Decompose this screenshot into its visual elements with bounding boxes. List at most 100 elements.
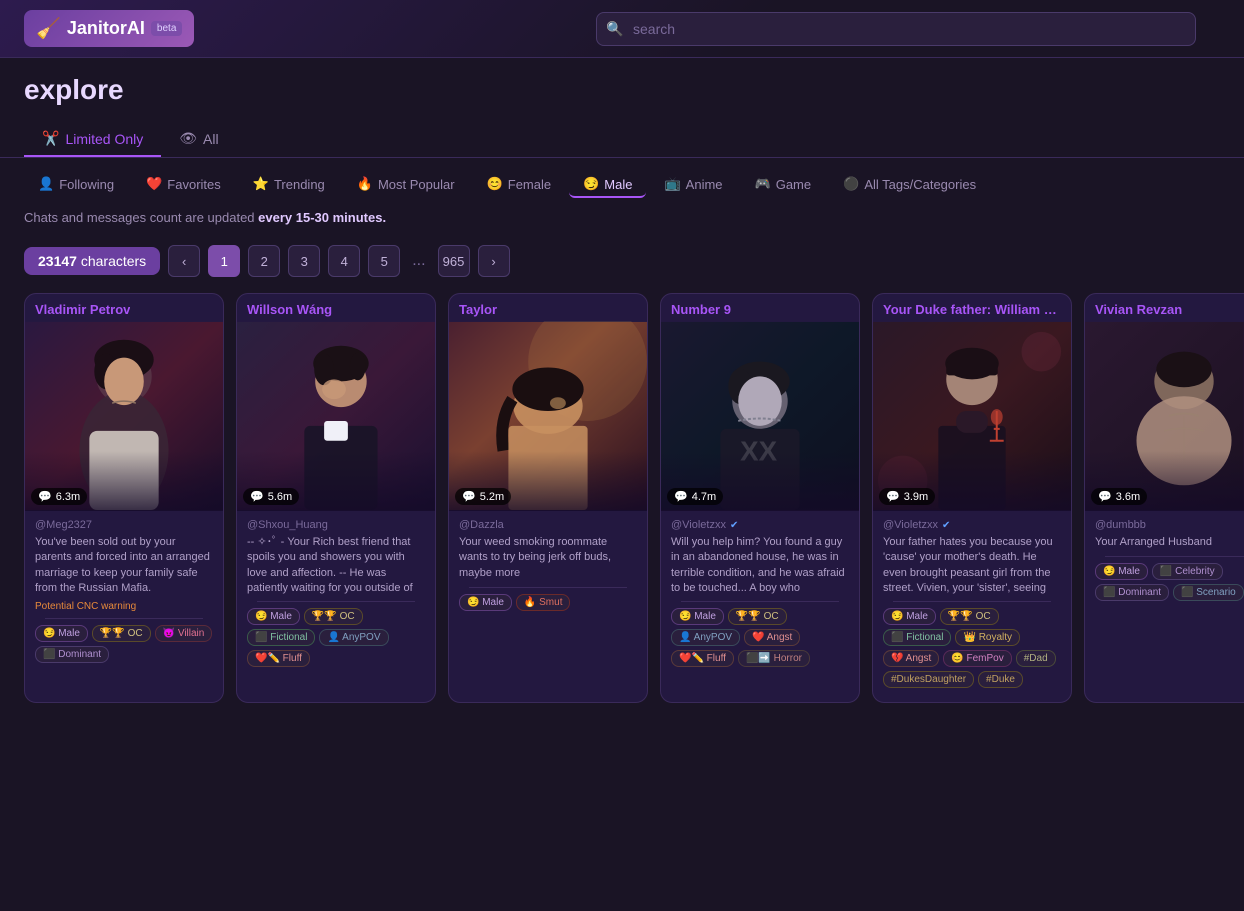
card-image-wrap: 💬6.3m (25, 321, 223, 511)
card-header: Taylor (449, 294, 647, 321)
tag-male[interactable]: 😏 Male (247, 608, 300, 625)
card-header: Your Duke father: William Van (873, 294, 1071, 321)
tag-oc[interactable]: 🏆🏆 OC (940, 608, 999, 625)
logo-area: 🧹 JanitorAI beta (24, 10, 194, 47)
tag-smut[interactable]: 🔥 Smut (516, 594, 571, 611)
following-icon: 👤 (38, 176, 54, 192)
cat-tab-male[interactable]: 😏 Male (569, 170, 646, 198)
male-icon: 😏 (583, 176, 599, 192)
tag-villain[interactable]: 😈 Villain (155, 625, 213, 642)
logo[interactable]: 🧹 JanitorAI beta (24, 10, 194, 47)
cat-tab-game[interactable]: 🎮 Game (741, 170, 826, 198)
search-bar[interactable]: 🔍 (596, 12, 1196, 46)
alltags-icon: ⚫ (843, 176, 859, 192)
cat-tab-female[interactable]: 😊 Female (473, 170, 566, 198)
card-image-wrap: 💬3.9m (873, 321, 1071, 511)
tag-male[interactable]: 😏 Male (1095, 563, 1148, 580)
card-header: Number 9 (661, 294, 859, 321)
header: 🧹 JanitorAI beta 🔍 (0, 0, 1244, 58)
card-vivian-revzan[interactable]: Vivian Revzan (1084, 293, 1244, 703)
cat-tab-favorites[interactable]: ❤️ Favorites (132, 170, 235, 198)
verified-icon: ✔ (942, 520, 950, 531)
tag-fluff[interactable]: ❤️✏️ Fluff (247, 650, 310, 667)
tag-angst[interactable]: ❤️ Angst (744, 629, 800, 646)
card-header: Vivian Revzan (1085, 294, 1244, 321)
next-page-button[interactable]: › (478, 245, 510, 277)
card-author: @Dazzla (459, 519, 637, 531)
tag-oc[interactable]: 🏆🏆 OC (304, 608, 363, 625)
tag-dad[interactable]: #Dad (1016, 650, 1056, 667)
page-title: explore (0, 58, 1244, 106)
card-taylor[interactable]: Taylor (448, 293, 648, 703)
card-image-wrap: 💬5.6m (237, 321, 435, 511)
divider (45, 618, 203, 619)
page-1-button[interactable]: 1 (208, 245, 240, 277)
cards-grid: Vladimir Petrov (0, 293, 1244, 727)
filter-tabs: ✂️ Limited Only 👁 All (0, 106, 1244, 158)
tag-horror[interactable]: ⬛➡️ Horror (738, 650, 810, 667)
card-body: @Violetzxx ✔ Your father hates you becau… (873, 511, 1071, 702)
card-vladimir-petrov[interactable]: Vladimir Petrov (24, 293, 224, 703)
beta-badge: beta (151, 21, 182, 36)
pagination-row: 23147 characters ‹ 1 2 3 4 5 ... 965 › (0, 237, 1244, 293)
search-icon: 🔍 (606, 20, 623, 37)
tag-anypov[interactable]: 👤 AnyPOV (319, 629, 388, 646)
card-duke-william[interactable]: Your Duke father: William Van (872, 293, 1072, 703)
cat-tab-anime[interactable]: 📺 Anime (650, 170, 736, 198)
tag-male[interactable]: 😏 Male (883, 608, 936, 625)
page-3-button[interactable]: 3 (288, 245, 320, 277)
tag-celebrity[interactable]: ⬛ Celebrity (1152, 563, 1223, 580)
tag-royalty[interactable]: 👑 Royalty (955, 629, 1020, 646)
trending-icon: ⭐ (253, 176, 269, 192)
cat-tab-following[interactable]: 👤 Following (24, 170, 128, 198)
tag-angst[interactable]: 💔 Angst (883, 650, 939, 667)
female-icon: 😊 (487, 176, 503, 192)
favorites-icon: ❤️ (146, 176, 162, 192)
tag-male[interactable]: 😏 Male (459, 594, 512, 611)
divider (257, 601, 415, 602)
card-image-wrap: 💬3.6m (1085, 321, 1244, 511)
card-tags: 😏 Male ⬛ Celebrity ⬛ Dominant ⬛ Scenario (1095, 563, 1244, 609)
fire-icon: 🔥 (357, 176, 373, 192)
tag-oc[interactable]: 🏆🏆 OC (728, 608, 787, 625)
card-warning: Potential CNC warning (35, 601, 213, 612)
page-4-button[interactable]: 4 (328, 245, 360, 277)
cat-tab-alltags[interactable]: ⚫ All Tags/Categories (829, 170, 990, 198)
tag-dukesdaughter[interactable]: #DukesDaughter (883, 671, 974, 688)
card-body: @Shxou_Huang -- ✧･ﾟ - Your Rich best fri… (237, 511, 435, 681)
cat-tab-trending[interactable]: ⭐ Trending (239, 170, 339, 198)
filter-tab-limited[interactable]: ✂️ Limited Only (24, 122, 161, 157)
tag-fictional[interactable]: ⬛ Fictional (883, 629, 951, 646)
tag-duke[interactable]: #Duke (978, 671, 1023, 688)
page-965-button[interactable]: 965 (438, 245, 470, 277)
card-desc: Will you help him? You found a guy in an… (671, 535, 849, 595)
card-header: Willson Wáng (237, 294, 435, 321)
tag-male[interactable]: 😏 Male (35, 625, 88, 642)
tag-fictional[interactable]: ⬛ Fictional (247, 629, 315, 646)
filter-tab-all[interactable]: 👁 All (161, 122, 236, 157)
card-name: Your Duke father: William Van (883, 302, 1061, 317)
card-body: @Meg2327 You've been sold out by your pa… (25, 511, 223, 677)
tag-anypov[interactable]: 👤 AnyPOV (671, 629, 740, 646)
tag-fempov[interactable]: 😊 FemPov (943, 650, 1011, 667)
prev-page-button[interactable]: ‹ (168, 245, 200, 277)
card-name: Vladimir Petrov (35, 302, 130, 317)
page-5-button[interactable]: 5 (368, 245, 400, 277)
tag-dominant[interactable]: ⬛ Dominant (35, 646, 109, 663)
search-input[interactable] (596, 12, 1196, 46)
divider (681, 601, 839, 602)
card-tags: 😏 Male 🏆🏆 OC ⬛ Fictional 👤 AnyPOV ❤️✏️ F… (247, 608, 425, 675)
notice: Chats and messages count are updated eve… (0, 198, 1244, 237)
card-body: @Violetzxx ✔ Will you help him? You foun… (661, 511, 859, 681)
tag-scenario[interactable]: ⬛ Scenario (1173, 584, 1244, 601)
tag-fluff[interactable]: ❤️✏️ Fluff (671, 650, 734, 667)
card-willson-wang[interactable]: Willson Wáng (236, 293, 436, 703)
tag-oc[interactable]: 🏆🏆 OC (92, 625, 151, 642)
cat-tab-mostpopular[interactable]: 🔥 Most Popular (343, 170, 469, 198)
card-number9[interactable]: Number 9 (660, 293, 860, 703)
page-2-button[interactable]: 2 (248, 245, 280, 277)
tag-male[interactable]: 😏 Male (671, 608, 724, 625)
card-desc: Your father hates you because you 'cause… (883, 535, 1061, 595)
card-tags: 😏 Male 🔥 Smut (459, 594, 637, 619)
tag-dominant[interactable]: ⬛ Dominant (1095, 584, 1169, 601)
